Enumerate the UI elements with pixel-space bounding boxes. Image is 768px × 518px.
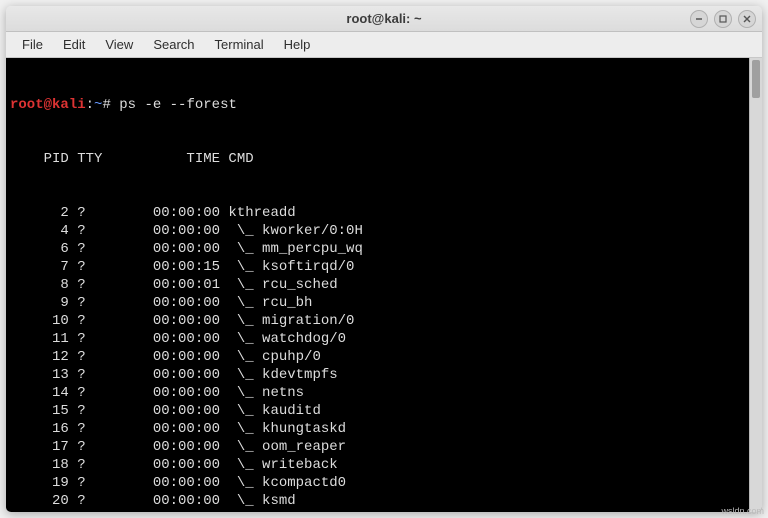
- terminal-area[interactable]: root@kali:~# ps -e --forest PID TTY TIME…: [6, 58, 762, 512]
- ps-header: PID TTY TIME CMD: [10, 150, 758, 168]
- process-row: 2 ? 00:00:00 kthreadd: [10, 204, 758, 222]
- minimize-button[interactable]: [690, 10, 708, 28]
- window-title: root@kali: ~: [346, 11, 421, 26]
- titlebar[interactable]: root@kali: ~: [6, 6, 762, 32]
- terminal-content: root@kali:~# ps -e --forest PID TTY TIME…: [10, 60, 758, 512]
- menubar: File Edit View Search Terminal Help: [6, 32, 762, 58]
- close-button[interactable]: [738, 10, 756, 28]
- maximize-icon: [719, 15, 727, 23]
- process-row: 10 ? 00:00:00 \_ migration/0: [10, 312, 758, 330]
- process-row: 20 ? 00:00:00 \_ ksmd: [10, 492, 758, 510]
- process-row: 6 ? 00:00:00 \_ mm_percpu_wq: [10, 240, 758, 258]
- process-row: 9 ? 00:00:00 \_ rcu_bh: [10, 294, 758, 312]
- process-row: 19 ? 00:00:00 \_ kcompactd0: [10, 474, 758, 492]
- scrollbar[interactable]: [749, 58, 762, 512]
- menu-view[interactable]: View: [97, 35, 141, 54]
- maximize-button[interactable]: [714, 10, 732, 28]
- window-controls: [690, 10, 756, 28]
- prompt-host: kali: [52, 97, 86, 113]
- process-row: 12 ? 00:00:00 \_ cpuhp/0: [10, 348, 758, 366]
- process-row: 14 ? 00:00:00 \_ netns: [10, 384, 758, 402]
- prompt-at: @: [44, 97, 52, 113]
- menu-edit[interactable]: Edit: [55, 35, 93, 54]
- process-row: 18 ? 00:00:00 \_ writeback: [10, 456, 758, 474]
- minimize-icon: [695, 15, 703, 23]
- scroll-thumb[interactable]: [752, 60, 760, 98]
- process-row: 8 ? 00:00:01 \_ rcu_sched: [10, 276, 758, 294]
- prompt-colon: :: [86, 97, 94, 113]
- process-row: 4 ? 00:00:00 \_ kworker/0:0H: [10, 222, 758, 240]
- process-row: 21 ? 00:00:06 \_ khugepaged: [10, 510, 758, 512]
- process-row: 7 ? 00:00:15 \_ ksoftirqd/0: [10, 258, 758, 276]
- process-row: 11 ? 00:00:00 \_ watchdog/0: [10, 330, 758, 348]
- menu-search[interactable]: Search: [145, 35, 202, 54]
- prompt-user: root: [10, 97, 44, 113]
- prompt-symbol: #: [102, 97, 119, 113]
- process-row: 16 ? 00:00:00 \_ khungtaskd: [10, 420, 758, 438]
- prompt-command: ps -e --forest: [119, 97, 237, 113]
- process-row: 13 ? 00:00:00 \_ kdevtmpfs: [10, 366, 758, 384]
- close-icon: [743, 15, 751, 23]
- process-row: 17 ? 00:00:00 \_ oom_reaper: [10, 438, 758, 456]
- menu-terminal[interactable]: Terminal: [207, 35, 272, 54]
- terminal-window: root@kali: ~ File Edit View Search Termi…: [6, 6, 762, 512]
- prompt-line: root@kali:~# ps -e --forest: [10, 96, 758, 114]
- menu-help[interactable]: Help: [276, 35, 319, 54]
- menu-file[interactable]: File: [14, 35, 51, 54]
- process-row: 15 ? 00:00:00 \_ kauditd: [10, 402, 758, 420]
- watermark: wsldn.com: [721, 506, 764, 516]
